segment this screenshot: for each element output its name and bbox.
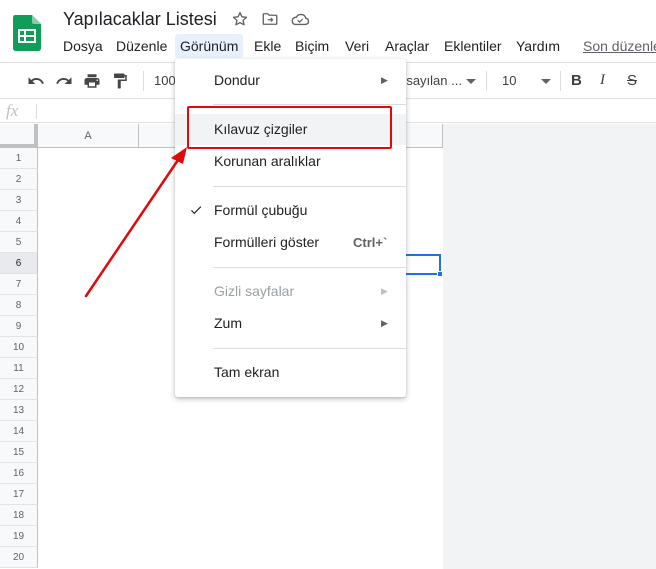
menu-item-show-formulas[interactable]: Formülleri göster Ctrl+` <box>175 227 406 258</box>
row-header[interactable]: 8 <box>0 295 38 316</box>
menu-item-full-screen[interactable]: Tam ekran <box>175 357 406 388</box>
submenu-arrow-icon: ▶ <box>381 318 388 328</box>
select-all-corner[interactable] <box>0 124 38 148</box>
font-family-chevron-down-icon[interactable] <box>466 73 476 88</box>
column-header-a[interactable]: A <box>38 124 139 148</box>
font-size-chevron-down-icon[interactable] <box>541 73 551 88</box>
row-header[interactable]: 9 <box>0 316 38 337</box>
keyboard-shortcut: Ctrl+` <box>353 235 388 250</box>
zoom-select[interactable]: 100 <box>154 73 176 88</box>
row-header[interactable]: 7 <box>0 274 38 295</box>
row-header[interactable]: 14 <box>0 421 38 442</box>
menu-divider <box>213 104 406 105</box>
row-header[interactable]: 20 <box>0 547 38 568</box>
menu-item-formula-bar[interactable]: Formül çubuğu <box>175 195 406 226</box>
row-header[interactable]: 3 <box>0 190 38 211</box>
menu-tools[interactable]: Araçlar <box>380 34 434 58</box>
menu-data[interactable]: Veri <box>340 34 374 58</box>
menu-format[interactable]: Biçim <box>290 34 334 58</box>
menu-item-label: Korunan aralıklar <box>214 153 321 169</box>
formula-bar-divider <box>36 104 37 119</box>
row-header[interactable]: 11 <box>0 358 38 379</box>
menu-insert[interactable]: Ekle <box>249 34 286 58</box>
menu-item-label: Zum <box>214 315 242 331</box>
row-header[interactable]: 16 <box>0 463 38 484</box>
row-header[interactable]: 10 <box>0 337 38 358</box>
italic-button[interactable]: I <box>600 72 605 89</box>
row-header[interactable]: 2 <box>0 169 38 190</box>
fx-icon: fx <box>6 101 19 120</box>
menu-item-label: Tam ekran <box>214 364 280 380</box>
move-to-folder-icon[interactable] <box>260 9 280 29</box>
row-header[interactable]: 4 <box>0 211 38 232</box>
menu-help[interactable]: Yardım <box>511 34 565 58</box>
menu-item-label: Dondur <box>214 72 260 88</box>
document-title[interactable]: Yapılacaklar Listesi <box>63 9 217 30</box>
row-header[interactable]: 5 <box>0 232 38 253</box>
menu-item-zoom[interactable]: Zum ▶ <box>175 308 406 339</box>
row-header[interactable]: 13 <box>0 400 38 421</box>
menu-view[interactable]: Görünüm <box>175 34 244 58</box>
row-header[interactable]: 17 <box>0 484 38 505</box>
menu-divider <box>213 348 406 349</box>
menu-item-label: Formül çubuğu <box>214 202 308 218</box>
highlight-annotation-box <box>187 106 392 149</box>
menu-edit[interactable]: Düzenle <box>111 34 172 58</box>
menu-item-hidden-sheets: Gizli sayfalar ▶ <box>175 276 406 307</box>
menu-divider <box>213 267 406 268</box>
font-size-select[interactable]: 10 <box>502 73 516 88</box>
row-header[interactable]: 19 <box>0 526 38 547</box>
star-icon[interactable] <box>230 9 250 29</box>
redo-icon[interactable] <box>54 71 74 91</box>
cloud-saved-icon[interactable] <box>290 9 310 29</box>
checkmark-icon <box>189 203 203 222</box>
last-edit-link[interactable]: Son düzenle <box>583 34 656 58</box>
menu-item-protected-ranges[interactable]: Korunan aralıklar <box>175 146 406 177</box>
row-header[interactable]: 12 <box>0 379 38 400</box>
menu-bar: Dosya Düzenle Görünüm Ekle Biçim Veri Ar… <box>0 34 656 58</box>
print-icon[interactable] <box>82 71 102 91</box>
bold-button[interactable]: B <box>571 72 582 89</box>
menu-divider <box>213 186 406 187</box>
paint-format-icon[interactable] <box>110 71 130 91</box>
menu-item-label: Formülleri göster <box>214 234 320 250</box>
menu-file[interactable]: Dosya <box>58 34 108 58</box>
sheet-empty-area <box>443 124 656 569</box>
row-header[interactable]: 18 <box>0 505 38 526</box>
font-family-select[interactable]: rsayılan ... <box>402 73 462 88</box>
toolbar-divider <box>143 71 144 91</box>
row-header[interactable]: 1 <box>0 148 38 169</box>
toolbar-divider <box>486 71 487 91</box>
menu-addons[interactable]: Eklentiler <box>439 34 507 58</box>
menu-item-freeze[interactable]: Dondur ▶ <box>175 65 406 96</box>
row-header-selected[interactable]: 6 <box>0 253 38 274</box>
strikethrough-button[interactable]: S <box>627 72 637 89</box>
undo-icon[interactable] <box>26 71 46 91</box>
submenu-arrow-icon: ▶ <box>381 286 388 296</box>
google-sheets-window: Yapılacaklar Listesi Dosya Düzenle Görün… <box>0 0 656 569</box>
toolbar-divider <box>560 71 561 91</box>
row-header[interactable]: 15 <box>0 442 38 463</box>
submenu-arrow-icon: ▶ <box>381 75 388 85</box>
menu-item-label: Gizli sayfalar <box>214 283 295 299</box>
